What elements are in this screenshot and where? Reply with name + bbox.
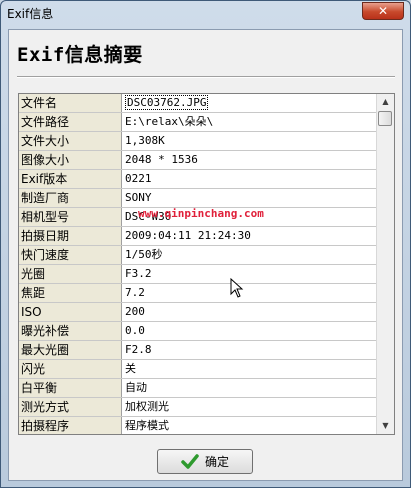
row-label: Exif版本 xyxy=(19,170,122,188)
exif-table: 文件名 DSC03762.JPG 文件路径 E:\relax\朵朵\ 文件大小 1,308… xyxy=(19,94,376,434)
row-value[interactable]: 自动 xyxy=(122,379,376,397)
row-value[interactable]: 2009:04:11 21:24:30 xyxy=(122,227,376,245)
title-bar[interactable]: Exif信息 ✕ xyxy=(1,1,410,25)
table-row[interactable]: 图像大小 2048 * 1536 xyxy=(19,151,376,170)
dialog-body: Exif信息摘要 文件名 DSC03762.JPG 文件路径 E:\relax\朵朵\… xyxy=(8,29,403,481)
row-label: 图像大小 xyxy=(19,151,122,169)
row-label: 光圈 xyxy=(19,265,122,283)
row-value[interactable]: F3.2 xyxy=(122,265,376,283)
row-label: 拍摄程序 xyxy=(19,417,122,434)
row-label: 测光方式 xyxy=(19,398,122,416)
table-row[interactable]: 白平衡 自动 xyxy=(19,379,376,398)
table-row[interactable]: 焦距 7.2 xyxy=(19,284,376,303)
mouse-cursor-icon xyxy=(230,278,244,298)
table-row[interactable]: Exif版本 0221 xyxy=(19,170,376,189)
row-label: 文件大小 xyxy=(19,132,122,150)
row-value[interactable]: 2048 * 1536 xyxy=(122,151,376,169)
row-value[interactable]: 0.0 xyxy=(122,322,376,340)
table-row[interactable]: 文件大小 1,308K xyxy=(19,132,376,151)
table-row[interactable]: 闪光关 xyxy=(19,360,376,379)
watermark-text: www.qinpinchang.com xyxy=(138,207,264,220)
table-row[interactable]: 光圈 F3.2 xyxy=(19,265,376,284)
row-label: 焦距 xyxy=(19,284,122,302)
row-value[interactable]: 7.2 xyxy=(122,284,376,302)
row-label: 文件名 xyxy=(19,94,122,112)
table-row[interactable]: 拍摄日期 2009:04:11 21:24:30 xyxy=(19,227,376,246)
row-value[interactable]: E:\relax\朵朵\ xyxy=(122,113,376,131)
exif-grid[interactable]: 文件名 DSC03762.JPG 文件路径 E:\relax\朵朵\ 文件大小 1,308… xyxy=(18,93,395,435)
row-label: 文件路径 xyxy=(19,113,122,131)
row-label: 拍摄日期 xyxy=(19,227,122,245)
window-title: Exif信息 xyxy=(7,7,54,21)
row-value[interactable]: F2.8 xyxy=(122,341,376,359)
scroll-up-icon[interactable]: ▲ xyxy=(378,94,393,110)
row-value[interactable]: 200 xyxy=(122,303,376,321)
row-label: ISO xyxy=(19,303,122,321)
row-value[interactable]: SONY xyxy=(122,189,376,207)
row-label: 制造厂商 xyxy=(19,189,122,207)
scroll-down-icon[interactable]: ▼ xyxy=(378,418,393,434)
table-row[interactable]: 快门速度 1/50秒 xyxy=(19,246,376,265)
exif-dialog: Exif信息 ✕ Exif信息摘要 文件名 DSC03762.JPG 文件路径 E:\… xyxy=(0,0,411,488)
row-label: 曝光补偿 xyxy=(19,322,122,340)
close-button[interactable]: ✕ xyxy=(362,2,404,20)
row-value[interactable]: 0221 xyxy=(122,170,376,188)
check-icon xyxy=(181,453,199,469)
table-row[interactable]: 制造厂商 SONY xyxy=(19,189,376,208)
row-value[interactable]: DSC03762.JPG xyxy=(122,94,376,112)
table-row[interactable]: 测光方式 加权测光 xyxy=(19,398,376,417)
table-row[interactable]: 文件路径 E:\relax\朵朵\ xyxy=(19,113,376,132)
row-value[interactable]: 关 xyxy=(122,360,376,378)
row-value[interactable]: 加权测光 xyxy=(122,398,376,416)
table-row[interactable]: ISO 200 xyxy=(19,303,376,322)
row-value[interactable]: 1,308K xyxy=(122,132,376,150)
scroll-thumb[interactable] xyxy=(378,111,392,126)
table-row[interactable]: 曝光补偿 0.0 xyxy=(19,322,376,341)
ok-button[interactable]: 确定 xyxy=(157,449,253,474)
table-row[interactable]: 文件名 DSC03762.JPG xyxy=(19,94,376,113)
row-label: 相机型号 xyxy=(19,208,122,226)
row-label: 白平衡 xyxy=(19,379,122,397)
vertical-scrollbar[interactable]: ▲ ▼ xyxy=(376,94,394,434)
row-label: 最大光圈 xyxy=(19,341,122,359)
row-value[interactable]: 1/50秒 xyxy=(122,246,376,264)
separator xyxy=(17,76,395,78)
page-title: Exif信息摘要 xyxy=(17,44,143,66)
ok-button-label: 确定 xyxy=(204,455,229,469)
row-value[interactable]: 程序模式 xyxy=(122,417,376,434)
table-row[interactable]: 最大光圈 F2.8 xyxy=(19,341,376,360)
focused-value: DSC03762.JPG xyxy=(125,95,209,110)
table-row[interactable]: 拍摄程序 程序模式 xyxy=(19,417,376,434)
row-label: 快门速度 xyxy=(19,246,122,264)
row-label: 闪光 xyxy=(19,360,122,378)
